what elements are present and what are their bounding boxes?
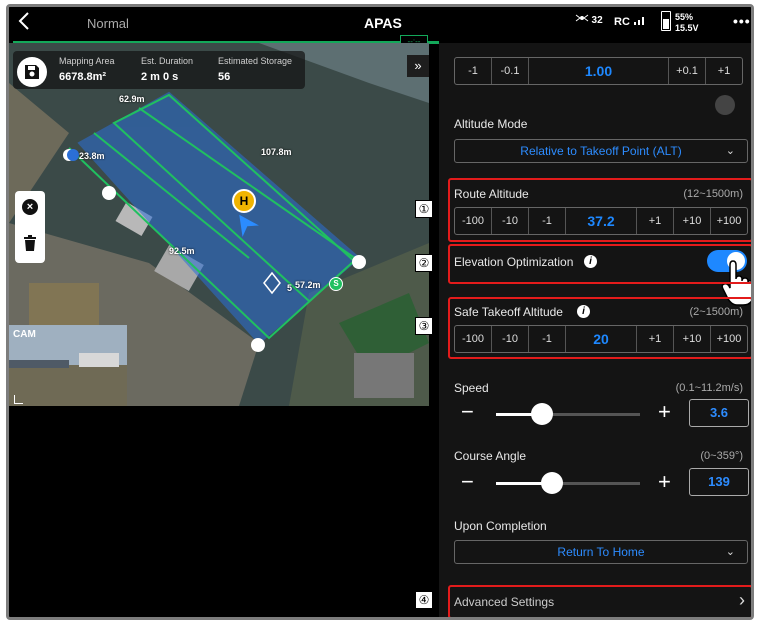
decrement-button[interactable]: -0.1 [492, 58, 529, 84]
edge-label-top: 62.9m [119, 94, 145, 104]
upon-completion-value: Return To Home [557, 545, 645, 559]
area-value: 6678.8m² [59, 71, 107, 83]
course-angle-range: (0~359°) [700, 450, 743, 462]
start-point-marker[interactable]: S [329, 277, 343, 291]
altitude-mode-select[interactable]: Relative to Takeoff Point (ALT) ⌄ [454, 139, 748, 163]
speed-plus-button[interactable]: + [658, 401, 671, 423]
course-slider-knob[interactable] [541, 472, 563, 494]
clear-icon[interactable]: × [22, 199, 38, 215]
speed-range: (0.1~11.2m/s) [675, 382, 743, 394]
increment-button[interactable]: +1 [706, 58, 742, 84]
app-window: Normal APAS 32 RC 55% 15.5V ••• --:-- H … [6, 4, 754, 620]
save-button[interactable] [17, 57, 47, 87]
top-stepper: -1 -0.1 1.00 +0.1 +1 [454, 57, 743, 85]
upon-completion-label: Upon Completion [454, 519, 547, 533]
rc-label: RC [614, 16, 630, 28]
corner-bracket-icon [14, 395, 23, 404]
settings-panel: -1 -0.1 1.00 +0.1 +1 Altitude Mode Relat… [439, 43, 751, 617]
chevron-left-icon[interactable] [17, 11, 31, 37]
camera-preview[interactable]: CAM [9, 325, 127, 406]
course-plus-button[interactable]: + [658, 471, 671, 493]
home-point-marker[interactable]: H [232, 189, 256, 213]
scroll-knob[interactable] [715, 95, 735, 115]
signal-icon [633, 17, 644, 25]
map-view[interactable]: H S 62.9m 23.8m 107.8m 92.5m 57.2m 5 Map… [9, 43, 429, 406]
increment-button[interactable]: +0.1 [669, 58, 706, 84]
callout-box-2 [448, 244, 751, 284]
course-angle-value[interactable]: 139 [689, 468, 749, 496]
flight-mode: Normal [87, 16, 129, 31]
save-icon [25, 65, 39, 79]
map-vertex-handle [352, 255, 366, 269]
battery-voltage: 15.5V [675, 23, 699, 33]
map-vertex-handle [102, 186, 116, 200]
callout-number-3: ③ [415, 317, 433, 335]
chevron-down-icon: ⌄ [725, 145, 735, 157]
gps-status: 32 [575, 13, 603, 26]
top-bar: Normal APAS 32 RC 55% 15.5V ••• [9, 7, 751, 41]
ellipsis-icon[interactable]: ••• [733, 13, 751, 29]
map-toolbar: × [15, 191, 45, 263]
duration-label: Est. Duration [141, 56, 194, 66]
edge-label-lower-right: 57.2m [295, 280, 321, 290]
callout-box-4 [448, 585, 751, 617]
edge-label-left: 23.8m [79, 151, 105, 161]
battery-level [663, 19, 669, 29]
trash-icon[interactable] [23, 235, 37, 256]
duration-value: 2 m 0 s [141, 71, 179, 83]
speed-minus-button[interactable]: − [461, 401, 474, 423]
mission-stats: Mapping Area 6678.8m² Est. Duration 2 m … [13, 51, 305, 89]
altitude-mode-label: Altitude Mode [454, 117, 528, 131]
map-vertex-handle [251, 338, 265, 352]
edge-label-bottom: 92.5m [169, 246, 195, 256]
altitude-mode-value: Relative to Takeoff Point (ALT) [520, 144, 682, 158]
battery-percent: 55% [675, 12, 694, 22]
speed-value[interactable]: 3.6 [689, 399, 749, 427]
edge-label-right: 107.8m [261, 147, 292, 157]
callout-number-2: ② [415, 254, 433, 272]
rc-status: RC [614, 15, 647, 28]
top-stepper-value[interactable]: 1.00 [529, 58, 669, 84]
callout-box-3 [448, 297, 751, 359]
course-angle-label: Course Angle [454, 449, 527, 463]
speed-label: Speed [454, 381, 489, 395]
area-label: Mapping Area [59, 56, 115, 66]
app-title: APAS [364, 15, 402, 31]
callout-number-4: ④ [415, 591, 433, 609]
cam-label: CAM [13, 329, 36, 340]
callout-box-1 [448, 178, 751, 242]
edge-label-small: 5 [287, 283, 293, 293]
double-chevron-right-icon[interactable]: » [407, 55, 429, 77]
speed-slider-knob[interactable] [531, 403, 553, 425]
course-minus-button[interactable]: − [461, 471, 474, 493]
battery-readout: 55% 15.5V [675, 12, 699, 34]
storage-label: Estimated Storage [218, 56, 293, 66]
storage-value: 56 [218, 71, 231, 83]
upon-completion-select[interactable]: Return To Home ⌄ [454, 540, 748, 564]
chevron-down-icon: ⌄ [725, 546, 735, 558]
decrement-button[interactable]: -1 [455, 58, 492, 84]
gps-count: 32 [591, 15, 603, 26]
satellite-icon [575, 14, 589, 22]
callout-number-1: ① [415, 200, 433, 218]
